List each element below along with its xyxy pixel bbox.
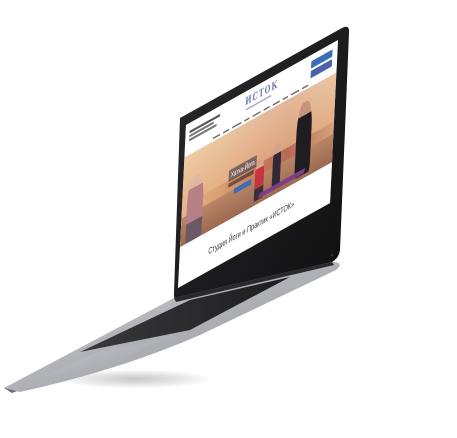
stage: ИСТОК Хатха-Йога Студия Йоги и Практик «… bbox=[0, 0, 457, 438]
camera-dot bbox=[330, 253, 334, 257]
